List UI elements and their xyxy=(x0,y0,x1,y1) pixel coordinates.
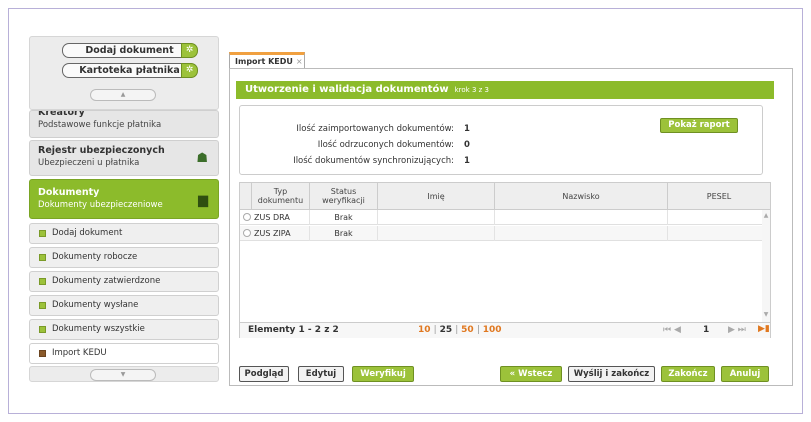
bullet-icon xyxy=(39,278,46,285)
bullet-icon xyxy=(39,326,46,333)
panel-title: Utworzenie i walidacja dokumentów xyxy=(245,84,449,95)
summary-imported-label: Ilość zaimportowanych dokumentów: xyxy=(296,124,454,134)
row-status: Brak xyxy=(310,226,378,241)
cancel-button[interactable]: Anuluj xyxy=(721,366,769,382)
row-last-name xyxy=(495,210,668,225)
people-icon: ☗ xyxy=(196,151,208,166)
summary-rejected-label: Ilość odrzuconych dokumentów: xyxy=(317,140,454,150)
scroll-up-button[interactable]: ▲ xyxy=(90,89,156,101)
row-last-name xyxy=(495,226,668,241)
row-radio[interactable] xyxy=(243,213,251,221)
grid-vertical-scrollbar[interactable]: ▲ ▼ xyxy=(762,210,770,322)
element-count: Elementy 1 - 2 z 2 xyxy=(248,325,339,335)
quick-payer-file-button[interactable]: Kartoteka płatnika ✲ xyxy=(62,63,198,78)
chevron-down-icon: ▼ xyxy=(120,371,126,378)
section-documents-title: Dokumenty xyxy=(38,187,100,198)
finish-button[interactable]: Zakończ xyxy=(661,366,715,382)
column-header-status[interactable]: Status weryfikacji xyxy=(310,183,378,210)
sidebar-bottom-bar: ▼ xyxy=(29,366,219,382)
sidebar-item-sent-documents[interactable]: Dokumenty wysłane xyxy=(29,295,219,316)
main-panel: Utworzenie i walidacja dokumentów krok 3 … xyxy=(229,68,793,386)
close-icon[interactable]: × xyxy=(296,57,303,66)
page-size-100[interactable]: 100 xyxy=(483,325,502,335)
sidebar: Dodaj dokument ✲ Kartoteka płatnika ✲ ▲ … xyxy=(29,36,219,382)
export-icon[interactable]: ▶▮ xyxy=(758,324,770,334)
page-size-selector: 10 | 25 | 50 | 100 xyxy=(418,325,502,335)
sidebar-item-label: Dokumenty wysłane xyxy=(52,300,139,310)
preview-button[interactable]: Podgląd xyxy=(239,366,289,382)
edit-button[interactable]: Edytuj xyxy=(298,366,344,382)
row-status: Brak xyxy=(310,210,378,225)
bullet-icon xyxy=(39,350,46,357)
back-button[interactable]: « Wstecz xyxy=(500,366,562,382)
show-report-button[interactable]: Pokaż raport xyxy=(660,118,738,133)
wand-icon: ✲ xyxy=(181,43,198,58)
section-documents-subtitle: Dokumenty ubezpieczeniowe xyxy=(38,200,163,210)
next-last-page-icon[interactable]: ▶ ⏭ xyxy=(728,325,746,335)
tab-import-kedu[interactable]: Import KEDU × xyxy=(229,52,305,69)
row-first-name xyxy=(378,226,495,241)
row-first-name xyxy=(378,210,495,225)
chevron-down-icon[interactable]: ▼ xyxy=(762,311,770,318)
row-type: ZUS ZIPA xyxy=(254,226,310,241)
section-kreatory[interactable]: Kreatory Podstawowe funkcje płatnika xyxy=(29,110,219,138)
section-insured-register-title: Rejestr ubezpieczonych xyxy=(38,145,165,156)
summary-sync-label: Ilość dokumentów synchronizujących: xyxy=(293,156,454,166)
section-kreatory-title: Kreatory xyxy=(38,110,85,118)
select-column-header xyxy=(240,183,252,210)
section-insured-register-subtitle: Ubezpieczeni u płatnika xyxy=(38,158,140,168)
bullet-icon xyxy=(39,230,46,237)
quick-add-document-button[interactable]: Dodaj dokument ✲ xyxy=(62,43,198,58)
summary-rejected-value: 0 xyxy=(464,140,470,150)
sidebar-item-approved-documents[interactable]: Dokumenty zatwierdzone xyxy=(29,271,219,292)
sidebar-item-label: Import KEDU xyxy=(52,348,107,358)
quick-add-document-label: Dodaj dokument xyxy=(85,45,174,56)
sidebar-item-label: Dokumenty robocze xyxy=(52,252,138,262)
chevron-up-icon: ▲ xyxy=(120,91,126,98)
scroll-down-button[interactable]: ▼ xyxy=(90,369,156,381)
sidebar-item-import-kedu[interactable]: Import KEDU xyxy=(29,343,219,364)
table-row[interactable]: ZUS DRA Brak xyxy=(240,210,763,225)
sidebar-item-draft-documents[interactable]: Dokumenty robocze xyxy=(29,247,219,268)
sidebar-item-label: Dokumenty zatwierdzone xyxy=(52,276,161,286)
folder-icon: ▆ xyxy=(198,193,208,208)
quick-payer-file-label: Kartoteka płatnika xyxy=(79,65,180,76)
column-header-pesel[interactable]: PESEL xyxy=(668,183,770,210)
sidebar-item-add-document[interactable]: Dodaj dokument xyxy=(29,223,219,244)
table-row[interactable]: ZUS ZIPA Brak xyxy=(240,226,763,241)
grid-footer: Elementy 1 - 2 z 2 10 | 25 | 50 | 100 ⏮ … xyxy=(240,322,770,338)
sidebar-item-label: Dodaj dokument xyxy=(52,228,123,238)
section-insured-register[interactable]: Rejestr ubezpieczonych Ubezpieczeni u pł… xyxy=(29,140,219,176)
column-header-last-name[interactable]: Nazwisko xyxy=(495,183,668,210)
first-prev-page-icon[interactable]: ⏮ ◀ xyxy=(663,325,681,335)
step-indicator: krok 3 z 3 xyxy=(454,86,489,94)
chevron-up-icon[interactable]: ▲ xyxy=(762,212,770,219)
row-type: ZUS DRA xyxy=(254,210,310,225)
page-size-10[interactable]: 10 xyxy=(418,325,431,335)
bullet-icon xyxy=(39,302,46,309)
send-and-finish-button[interactable]: Wyślij i zakończ xyxy=(568,366,655,382)
current-page: 1 xyxy=(703,325,710,335)
section-documents[interactable]: Dokumenty Dokumenty ubezpieczeniowe ▆ xyxy=(29,179,219,219)
panel-header: Utworzenie i walidacja dokumentów krok 3 … xyxy=(236,81,774,99)
page-size-50[interactable]: 50 xyxy=(461,325,474,335)
bullet-icon xyxy=(39,254,46,261)
summary-sync-value: 1 xyxy=(464,156,470,166)
documents-grid: Typ dokumentu Status weryfikacji Imię Na… xyxy=(239,182,771,338)
column-header-type[interactable]: Typ dokumentu xyxy=(252,183,310,210)
summary-imported-value: 1 xyxy=(464,124,470,134)
column-header-first-name[interactable]: Imię xyxy=(378,183,495,210)
sidebar-item-label: Dokumenty wszystkie xyxy=(52,324,145,334)
sidebar-item-all-documents[interactable]: Dokumenty wszystkie xyxy=(29,319,219,340)
verify-button[interactable]: Weryfikuj xyxy=(352,366,414,382)
quick-actions-panel: Dodaj dokument ✲ Kartoteka płatnika ✲ ▲ xyxy=(29,36,219,110)
section-kreatory-subtitle: Podstawowe funkcje płatnika xyxy=(38,120,162,130)
tab-label: Import KEDU xyxy=(235,57,293,66)
row-radio[interactable] xyxy=(243,229,251,237)
import-summary: Ilość zaimportowanych dokumentów: 1 Iloś… xyxy=(239,105,763,175)
page-size-25[interactable]: 25 xyxy=(440,325,453,335)
wand-icon: ✲ xyxy=(181,63,198,78)
